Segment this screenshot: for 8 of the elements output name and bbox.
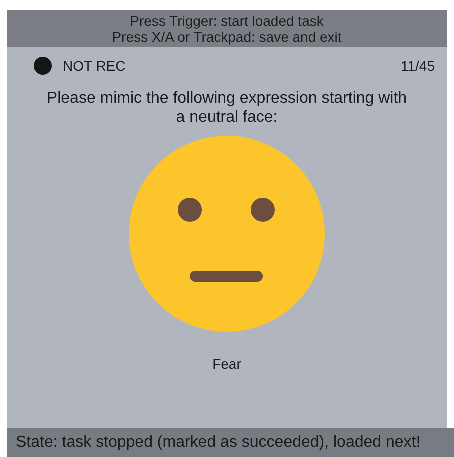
neutral-face-icon	[129, 136, 325, 332]
expression-label: Fear	[212, 356, 242, 372]
instruction-text: Press Trigger: start loaded task	[130, 12, 324, 28]
progress-counter: 11/45	[401, 58, 435, 74]
instruction-text: Press X/A or Trackpad: save and exit	[112, 28, 342, 44]
recording-status: NOT REC	[63, 58, 126, 74]
prompt-text: Please mimic the following expression starting with a neutral face:	[46, 89, 408, 127]
status-text: State: task stopped (marked as succeeded), loaded next!	[16, 434, 421, 452]
